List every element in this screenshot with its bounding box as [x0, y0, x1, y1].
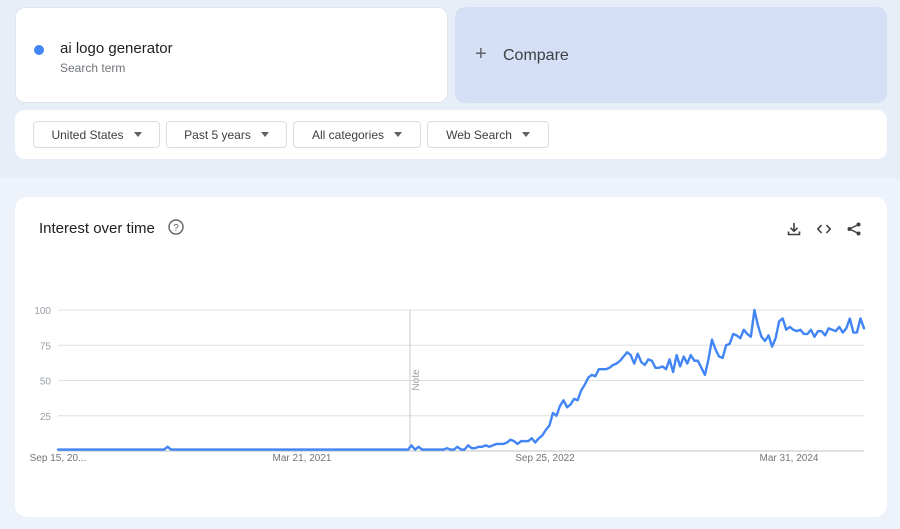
x-tick-label: Sep 15, 20... [30, 453, 87, 464]
y-tick-label: 100 [34, 306, 51, 317]
y-tick-label: 25 [40, 412, 52, 423]
x-tick-label: Mar 31, 2024 [760, 453, 819, 464]
interest-line-chart: 100 75 50 25 Note Sep 15, 20... Mar 21, 2021 Se… [30, 306, 866, 464]
note-label: Note [411, 369, 422, 391]
x-tick-label: Mar 21, 2021 [273, 453, 332, 464]
y-tick-label: 75 [40, 341, 52, 352]
y-tick-label: 50 [40, 377, 52, 388]
series-line-ai-logo-generator [56, 308, 866, 451]
x-tick-label: Sep 25, 2022 [515, 453, 575, 464]
